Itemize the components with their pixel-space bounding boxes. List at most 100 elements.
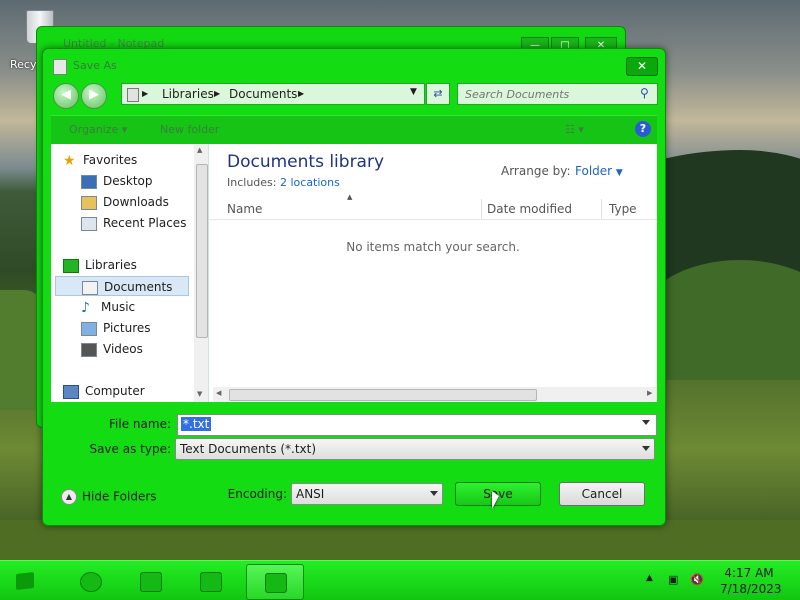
clock-date: 7/18/2023 bbox=[720, 582, 782, 596]
column-header-row: Name ▲ Date modified Type bbox=[209, 193, 657, 220]
help-icon[interactable]: ? bbox=[635, 121, 651, 137]
dialog-close-button[interactable]: ✕ bbox=[626, 57, 658, 76]
address-bar[interactable]: ▶ Libraries ▶ Documents ▶ ▼ bbox=[121, 83, 425, 105]
organize-button[interactable]: Organize ▾ bbox=[69, 123, 127, 136]
windows-logo-icon bbox=[16, 572, 34, 590]
start-button[interactable] bbox=[6, 565, 44, 597]
nav-favorites[interactable]: ★ Favorites bbox=[63, 150, 137, 170]
mouse-cursor-icon bbox=[492, 491, 499, 509]
save-as-type-select[interactable]: Text Documents (*.txt) bbox=[175, 438, 655, 460]
breadcrumb-libraries[interactable]: Libraries bbox=[162, 87, 214, 101]
library-icon bbox=[127, 88, 139, 102]
scroll-down-icon[interactable]: ▼ bbox=[197, 390, 202, 398]
new-folder-button[interactable]: New folder bbox=[160, 123, 219, 136]
folder-icon bbox=[140, 572, 162, 592]
nav-scrollbar[interactable]: ▲ ▼ bbox=[194, 144, 208, 402]
recent-places-icon bbox=[81, 216, 97, 231]
chevron-up-icon: ▲ bbox=[61, 489, 77, 505]
cancel-button[interactable]: Cancel bbox=[559, 482, 645, 506]
scroll-right-icon[interactable]: ▶ bbox=[647, 389, 652, 397]
file-name-label: File name: bbox=[109, 417, 171, 431]
column-divider[interactable] bbox=[601, 199, 602, 219]
chevron-down-icon[interactable] bbox=[642, 420, 650, 425]
nav-computer[interactable]: Computer bbox=[63, 381, 145, 401]
chevron-right-icon[interactable]: ▶ bbox=[142, 89, 148, 98]
scroll-left-icon[interactable]: ◀ bbox=[216, 389, 221, 397]
music-icon: ♪ bbox=[81, 299, 90, 316]
search-box[interactable]: ⚲ bbox=[457, 83, 658, 105]
column-divider[interactable] bbox=[481, 199, 482, 219]
scroll-up-icon[interactable]: ▲ bbox=[197, 146, 202, 154]
sort-arrow-icon: ▲ bbox=[347, 193, 353, 201]
system-clock[interactable]: 4:17 AM 7/18/2023 bbox=[720, 565, 782, 597]
notepad-icon bbox=[53, 59, 67, 75]
media-player-icon bbox=[200, 572, 222, 592]
chevron-right-icon[interactable]: ▶ bbox=[214, 89, 220, 98]
documents-icon bbox=[82, 280, 98, 295]
column-date-modified[interactable]: Date modified bbox=[487, 202, 572, 216]
computer-icon bbox=[63, 384, 79, 399]
library-title: Documents library bbox=[227, 152, 385, 172]
file-list-pane: Documents library Includes: 2 locations … bbox=[209, 144, 657, 402]
arrange-by-label: Arrange by: bbox=[501, 164, 571, 178]
chevron-right-icon[interactable]: ▶ bbox=[298, 89, 304, 98]
background-field bbox=[0, 520, 800, 560]
nav-item-downloads[interactable]: Downloads bbox=[81, 192, 169, 212]
address-dropdown-icon[interactable]: ▼ bbox=[410, 87, 417, 97]
refresh-icon[interactable]: ⇄ bbox=[426, 83, 450, 105]
encoding-select[interactable]: ANSI bbox=[291, 483, 443, 505]
recycle-bin-label: Recy bbox=[10, 58, 37, 71]
save-as-type-label: Save as type: bbox=[89, 442, 171, 456]
search-input[interactable] bbox=[463, 86, 637, 103]
nav-item-videos[interactable]: Videos bbox=[81, 339, 143, 359]
save-as-dialog: Save As ✕ ◀ ▶ ▶ Libraries ▶ Documents ▶ … bbox=[42, 48, 666, 526]
taskbar: ▲ ▣ 🔇 4:17 AM 7/18/2023 bbox=[0, 560, 800, 600]
breadcrumb-documents[interactable]: Documents bbox=[229, 87, 297, 101]
star-icon: ★ bbox=[63, 152, 76, 169]
nav-libraries[interactable]: Libraries bbox=[63, 255, 137, 275]
nav-scroll-thumb[interactable] bbox=[196, 164, 208, 338]
dialog-title: Save As bbox=[73, 59, 117, 72]
column-type[interactable]: Type bbox=[609, 202, 637, 216]
hide-folders-button[interactable]: ▲ Hide Folders bbox=[61, 489, 157, 505]
videos-icon bbox=[81, 342, 97, 357]
arrange-by-dropdown[interactable]: Folder ▼ bbox=[575, 164, 623, 178]
desktop: Recy Untitled - Notepad — □ ✕ Save As ✕ … bbox=[0, 0, 800, 600]
column-name[interactable]: Name bbox=[227, 202, 262, 216]
chevron-down-icon[interactable] bbox=[642, 446, 650, 451]
file-name-input[interactable]: *.txt bbox=[181, 417, 212, 431]
desktop-icon bbox=[81, 174, 97, 189]
network-icon[interactable]: ▣ bbox=[668, 573, 678, 586]
nav-item-documents[interactable]: Documents bbox=[55, 276, 189, 296]
nav-item-desktop[interactable]: Desktop bbox=[81, 171, 153, 191]
chevron-down-icon: ▼ bbox=[615, 168, 623, 178]
command-bar: Organize ▾ New folder ☷ ▾ ? bbox=[51, 115, 657, 144]
taskbar-browser[interactable] bbox=[70, 564, 110, 598]
search-icon[interactable]: ⚲ bbox=[640, 86, 649, 100]
notepad-icon bbox=[265, 573, 287, 593]
taskbar-media-player[interactable] bbox=[190, 564, 230, 598]
library-includes: Includes: 2 locations bbox=[227, 176, 340, 189]
navigation-pane: ★ Favorites Desktop Downloads Recent Plac… bbox=[51, 144, 209, 402]
taskbar-explorer[interactable] bbox=[130, 564, 170, 598]
volume-muted-icon[interactable]: 🔇 bbox=[690, 573, 704, 586]
taskbar-notepad[interactable] bbox=[246, 564, 304, 600]
forward-arrow-icon[interactable]: ▶ bbox=[81, 83, 107, 109]
show-hidden-icons-button[interactable]: ▲ bbox=[646, 573, 653, 583]
nav-item-pictures[interactable]: Pictures bbox=[81, 318, 151, 338]
nav-item-recent-places[interactable]: Recent Places bbox=[81, 213, 186, 233]
pictures-icon bbox=[81, 321, 97, 336]
horizontal-scrollbar[interactable]: ◀ ▶ bbox=[213, 387, 657, 402]
chevron-down-icon[interactable] bbox=[430, 491, 438, 496]
locations-link[interactable]: 2 locations bbox=[280, 176, 340, 189]
empty-message: No items match your search. bbox=[346, 240, 520, 254]
downloads-icon bbox=[81, 195, 97, 210]
libraries-icon bbox=[63, 258, 79, 273]
view-options-icon[interactable]: ☷ ▾ bbox=[565, 123, 584, 136]
back-arrow-icon[interactable]: ◀ bbox=[53, 83, 79, 109]
horizontal-scroll-thumb[interactable] bbox=[229, 389, 537, 401]
encoding-label: Encoding: bbox=[227, 487, 287, 501]
nav-item-music[interactable]: ♪ Music bbox=[81, 297, 135, 317]
file-name-field[interactable]: *.txt bbox=[177, 414, 657, 436]
clock-time: 4:17 AM bbox=[724, 566, 774, 580]
